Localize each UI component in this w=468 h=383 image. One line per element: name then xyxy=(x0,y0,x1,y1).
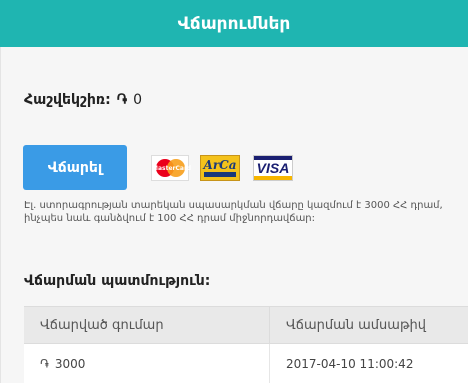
column-header-amount: Վճարված գումար xyxy=(24,307,270,343)
arca-icon: ArCa xyxy=(200,155,240,181)
table-row: ֏ 3000 2017-04-10 11:00:42 xyxy=(24,344,468,383)
balance-amount: 0 xyxy=(133,92,142,108)
payment-note: Էլ. ստորագրության տարեկան սպասարկման վճա… xyxy=(24,199,468,225)
dram-icon: ֏ xyxy=(116,92,128,108)
page-title: Վճարումներ xyxy=(177,13,291,34)
payment-note-line2: ինչպես նաև գանձվում է 100 ՀՀ դրամ միջնոր… xyxy=(24,213,316,224)
balance-row: Հաշվեկշիռ: ֏ 0 xyxy=(24,92,142,108)
cell-amount: ֏ 3000 xyxy=(24,344,270,383)
history-table: Վճարված գումար Վճարման ամսաթիվ ֏ 3000 20… xyxy=(24,306,468,383)
cell-amount-value: 3000 xyxy=(54,357,86,371)
dram-icon: ֏ xyxy=(40,356,49,371)
history-title: Վճարման պատմություն: xyxy=(24,273,211,289)
pay-button-label: Վճարել xyxy=(47,159,103,176)
pay-button[interactable]: Վճարել xyxy=(23,145,127,190)
table-header: Վճարված գումար Վճարման ամսաթիվ xyxy=(24,306,468,344)
visa-icon: VISA xyxy=(253,155,293,181)
balance-label: Հաշվեկշիռ: xyxy=(24,92,111,108)
payment-note-line1: Էլ. ստորագրության տարեկան սպասարկման վճա… xyxy=(24,200,443,211)
page-header: Վճարումներ xyxy=(0,0,468,47)
cell-date: 2017-04-10 11:00:42 xyxy=(286,357,414,371)
column-header-date: Վճարման ամսաթիվ xyxy=(286,317,427,333)
mastercard-icon: MasterCard xyxy=(151,155,191,181)
